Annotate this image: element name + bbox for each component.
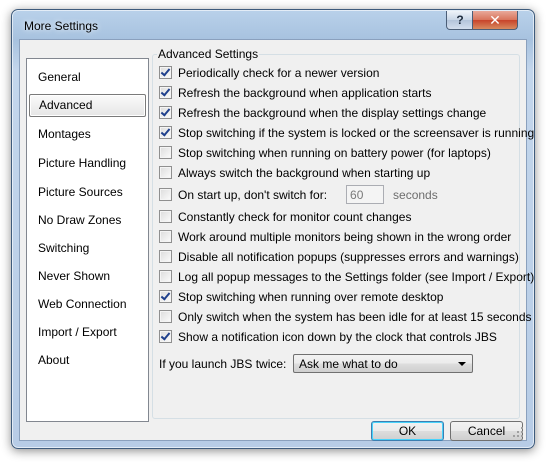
sidebar-item-label: Picture Handling (38, 156, 127, 170)
option-label: Constantly check for monitor count chang… (178, 209, 412, 224)
sidebar-item-web-connection[interactable]: Web Connection (33, 293, 138, 315)
option-refresh-on-start[interactable]: Refresh the background when application … (159, 84, 431, 101)
close-icon: ✕ (489, 11, 501, 28)
option-label: Only switch when the system has been idl… (178, 309, 532, 324)
option-label: Always switch the background when starti… (178, 165, 431, 180)
sidebar-item-picture-handling[interactable]: Picture Handling (33, 152, 138, 174)
option-stop-when-locked[interactable]: Stop switching if the system is locked o… (159, 124, 534, 141)
checkbox[interactable] (159, 310, 172, 323)
option-log-popups[interactable]: Log all popup messages to the Settings f… (159, 268, 534, 285)
option-refresh-on-display-change[interactable]: Refresh the background when the display … (159, 104, 486, 121)
resize-grip-icon[interactable] (512, 426, 524, 438)
sidebar-item-import-export[interactable]: Import / Export (33, 321, 138, 343)
checkbox[interactable] (159, 230, 172, 243)
help-button[interactable]: ? (446, 11, 474, 30)
option-label: Stop switching when running over remote … (178, 289, 444, 304)
option-always-switch-on-startup[interactable]: Always switch the background when starti… (159, 164, 430, 181)
startup-delay-unit: seconds (393, 187, 438, 202)
option-label: On start up, don't switch for: (178, 187, 328, 202)
option-label: Work around multiple monitors being show… (178, 229, 512, 244)
checkbox[interactable] (159, 250, 172, 263)
help-icon: ? (456, 13, 464, 27)
sidebar-item-label: Montages (38, 127, 91, 141)
option-startup-delay[interactable]: On start up, don't switch for: seconds (159, 184, 438, 205)
option-show-notification-icon[interactable]: Show a notification icon down by the clo… (159, 328, 497, 345)
settings-window: More Settings ? ✕ General Advanced Monta… (11, 9, 535, 449)
option-disable-popups[interactable]: Disable all notification popups (suppres… (159, 248, 519, 265)
sidebar-item-label: Switching (38, 241, 90, 255)
checkbox[interactable] (159, 188, 172, 201)
checkbox[interactable] (159, 166, 172, 179)
sidebar-item-switching[interactable]: Switching (33, 237, 138, 259)
sidebar-item-montages[interactable]: Montages (33, 123, 138, 145)
option-check-monitor-count[interactable]: Constantly check for monitor count chang… (159, 208, 411, 225)
chevron-down-icon (458, 362, 466, 366)
sidebar-item-label: Import / Export (38, 325, 117, 339)
checkbox[interactable] (159, 210, 172, 223)
option-label: Disable all notification popups (suppres… (178, 249, 519, 264)
option-stop-on-battery[interactable]: Stop switching when running on battery p… (159, 144, 491, 161)
launch-twice-label: If you launch JBS twice: (159, 357, 287, 371)
launch-twice-dropdown[interactable]: Ask me what to do (293, 354, 473, 373)
sidebar-item-never-shown[interactable]: Never Shown (33, 265, 138, 287)
checkbox[interactable] (159, 146, 172, 159)
sidebar-item-label: No Draw Zones (38, 213, 122, 227)
option-label: Periodically check for a newer version (178, 65, 380, 80)
startup-delay-input[interactable] (346, 185, 385, 204)
option-label: Stop switching if the system is locked o… (178, 125, 535, 140)
ok-button[interactable]: OK (371, 421, 444, 441)
option-label: Refresh the background when application … (178, 85, 432, 100)
option-switch-when-idle[interactable]: Only switch when the system has been idl… (159, 308, 532, 325)
option-label: Stop switching when running on battery p… (178, 145, 491, 160)
window-title: More Settings (24, 19, 99, 33)
dialog-client-area: General Advanced Montages Picture Handli… (19, 39, 534, 441)
checkbox[interactable] (159, 270, 172, 283)
dropdown-selected-value: Ask me what to do (299, 357, 398, 371)
option-label: Show a notification icon down by the clo… (178, 329, 497, 344)
option-monitor-order-workaround[interactable]: Work around multiple monitors being show… (159, 228, 511, 245)
settings-category-list: General Advanced Montages Picture Handli… (26, 58, 149, 422)
group-title: Advanced Settings (157, 47, 260, 61)
sidebar-item-label: Picture Sources (38, 185, 123, 199)
sidebar-item-advanced[interactable]: Advanced (29, 94, 146, 117)
option-stop-on-remote-desktop[interactable]: Stop switching when running over remote … (159, 288, 443, 305)
checkbox[interactable] (159, 126, 172, 139)
checkbox[interactable] (159, 86, 172, 99)
checkbox[interactable] (159, 66, 172, 79)
sidebar-item-label: About (38, 353, 70, 367)
sidebar-item-label: General (38, 70, 81, 84)
sidebar-item-label: Advanced (39, 98, 93, 112)
title-bar[interactable]: More Settings ? ✕ (12, 10, 534, 40)
sidebar-item-general[interactable]: General (33, 66, 138, 88)
checkbox[interactable] (159, 290, 172, 303)
checkbox[interactable] (159, 106, 172, 119)
option-label: Log all popup messages to the Settings f… (178, 269, 535, 284)
sidebar-item-picture-sources[interactable]: Picture Sources (33, 181, 138, 203)
close-button[interactable]: ✕ (472, 11, 518, 30)
option-check-newer-version[interactable]: Periodically check for a newer version (159, 64, 379, 81)
sidebar-item-about[interactable]: About (33, 349, 138, 371)
checkbox[interactable] (159, 330, 172, 343)
sidebar-item-no-draw-zones[interactable]: No Draw Zones (33, 209, 138, 231)
sidebar-item-label: Web Connection (38, 297, 127, 311)
sidebar-item-label: Never Shown (38, 269, 111, 283)
option-label: Refresh the background when the display … (178, 105, 487, 120)
